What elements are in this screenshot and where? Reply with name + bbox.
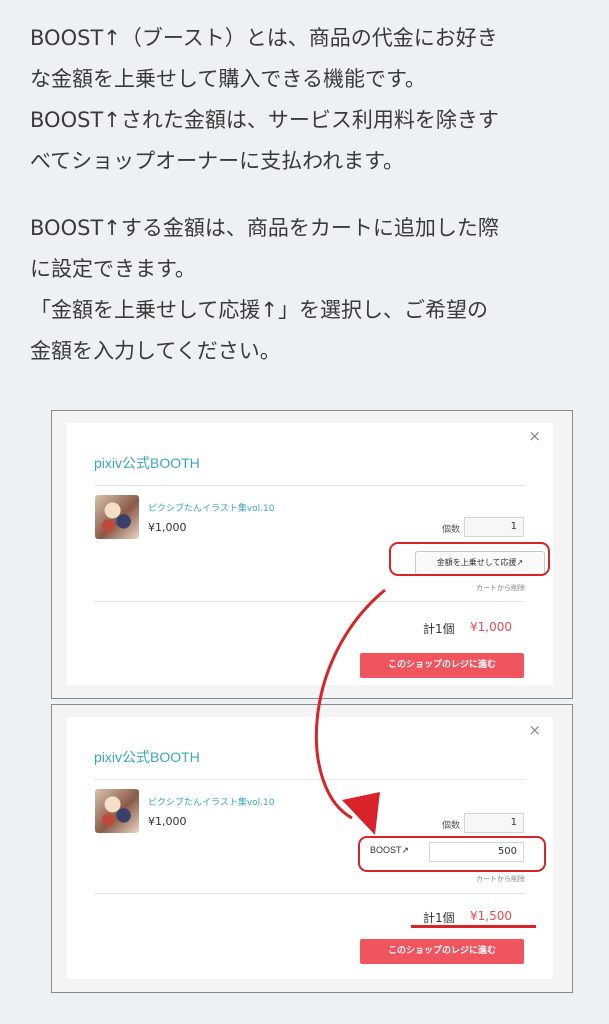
arrowhead bbox=[342, 792, 380, 835]
flow-arrow-icon bbox=[314, 588, 386, 835]
